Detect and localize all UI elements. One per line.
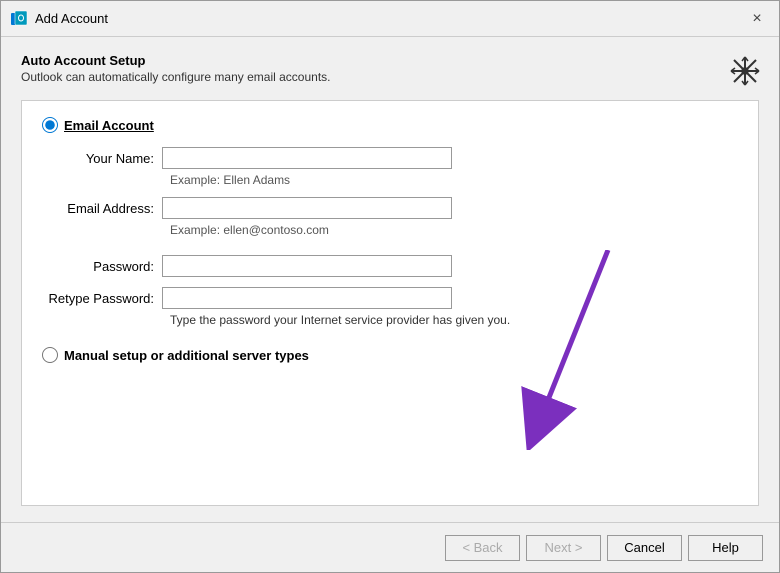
email-address-label: Email Address: (42, 201, 162, 216)
your-name-row: Your Name: (42, 147, 738, 169)
purple-arrow-annotation (508, 250, 638, 450)
close-button[interactable]: × (743, 5, 771, 33)
auto-setup-icon (727, 53, 763, 89)
auto-setup-section: Auto Account Setup Outlook can automatic… (21, 53, 759, 100)
title-bar: Add Account × (1, 1, 779, 37)
manual-setup-label[interactable]: Manual setup or additional server types (64, 348, 309, 363)
password-label: Password: (42, 259, 162, 274)
next-button[interactable]: Next > (526, 535, 601, 561)
your-name-group: Your Name: Example: Ellen Adams (42, 147, 738, 187)
your-name-example: Example: Ellen Adams (170, 173, 738, 187)
email-account-label[interactable]: Email Account (64, 118, 154, 133)
help-button[interactable]: Help (688, 535, 763, 561)
auto-setup-title: Auto Account Setup (21, 53, 759, 68)
cancel-button[interactable]: Cancel (607, 535, 682, 561)
email-address-row: Email Address: (42, 197, 738, 219)
auto-setup-subtitle: Outlook can automatically configure many… (21, 70, 759, 84)
email-address-input[interactable] (162, 197, 452, 219)
email-address-group: Email Address: Example: ellen@contoso.co… (42, 197, 738, 237)
password-input[interactable] (162, 255, 452, 277)
email-account-radio[interactable] (42, 117, 58, 133)
form-area: Email Account Your Name: Example: Ellen … (21, 100, 759, 506)
button-bar: < Back Next > Cancel Help (1, 522, 779, 572)
your-name-label: Your Name: (42, 151, 162, 166)
retype-password-label: Retype Password: (42, 291, 162, 306)
retype-password-input[interactable] (162, 287, 452, 309)
email-account-radio-row: Email Account (42, 117, 738, 133)
password-hint: Type the password your Internet service … (170, 313, 738, 327)
add-account-dialog: Add Account × Auto Account Setup Outlook… (0, 0, 780, 573)
email-address-example: Example: ellen@contoso.com (170, 223, 738, 237)
back-button[interactable]: < Back (445, 535, 520, 561)
dialog-title: Add Account (35, 11, 743, 26)
dialog-content: Auto Account Setup Outlook can automatic… (1, 37, 779, 522)
manual-setup-radio[interactable] (42, 347, 58, 363)
outlook-icon (9, 9, 29, 29)
your-name-input[interactable] (162, 147, 452, 169)
